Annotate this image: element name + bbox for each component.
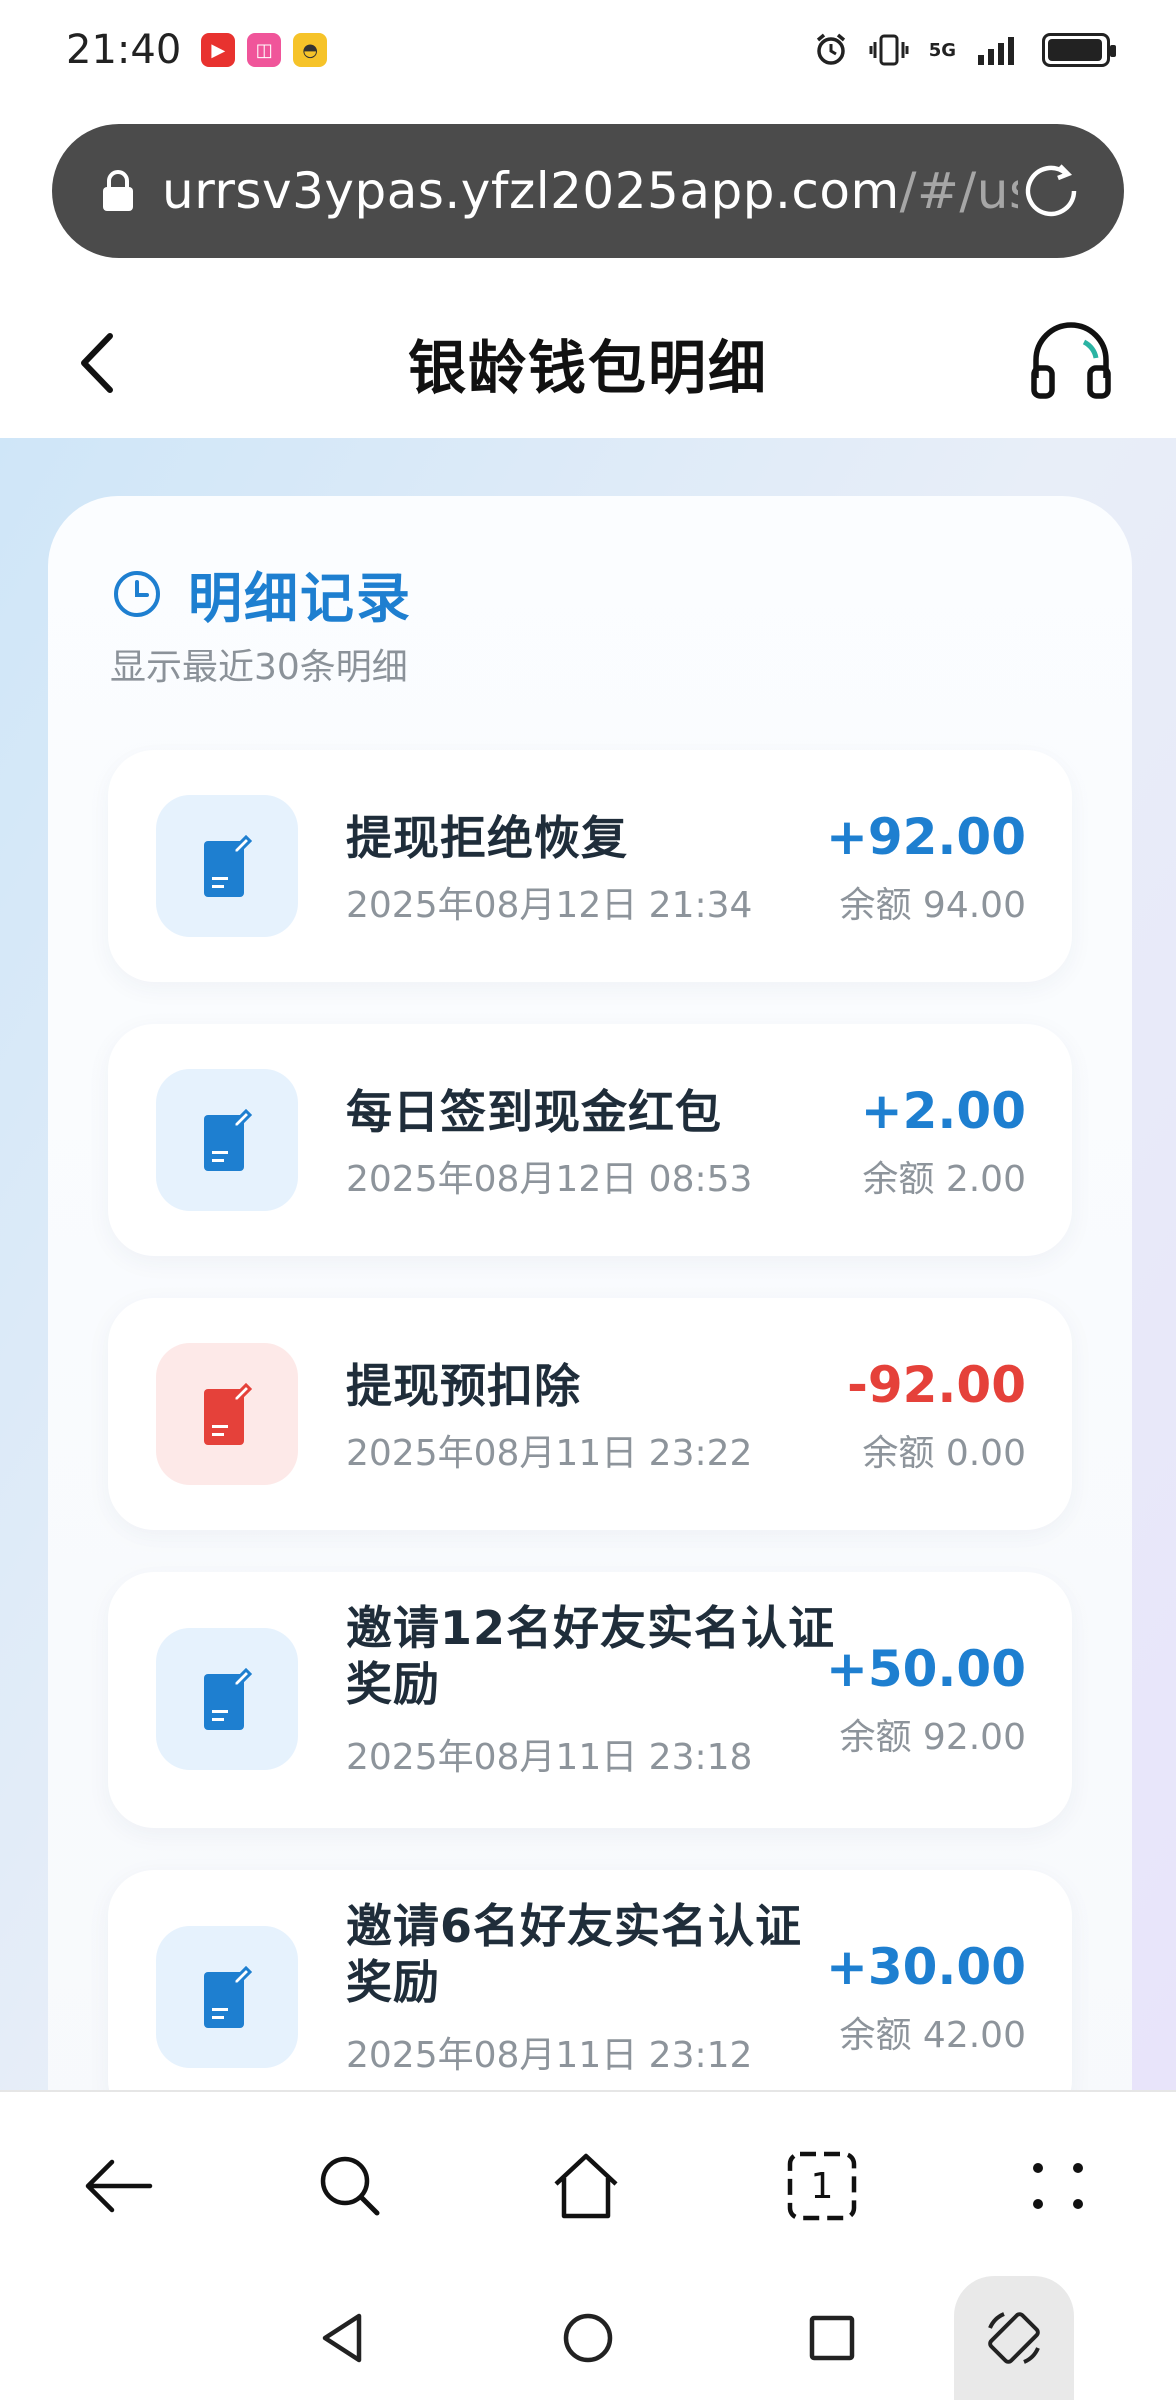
- note-icon: [204, 834, 252, 897]
- record-icon-box: [156, 795, 298, 937]
- system-back-button[interactable]: [306, 2302, 378, 2374]
- arrow-left-icon: [85, 2159, 153, 2213]
- record-icon-box: [156, 1069, 298, 1211]
- record-balance: 余额 92.00: [839, 1717, 1026, 1758]
- note-icon: [204, 1667, 252, 1730]
- record-date: 2025年08月12日 08:53: [346, 1159, 753, 1200]
- status-bar: 21:40 ▶ ◫ ◓ 5G: [0, 0, 1176, 100]
- record-amount: +92.00: [825, 808, 1026, 866]
- status-right: 5G: [813, 32, 1116, 68]
- record-amount: +2.00: [860, 1082, 1026, 1140]
- record-title: 邀请6名好友实名认证奖励: [346, 1899, 803, 2009]
- record-title: 提现拒绝恢复: [346, 811, 628, 865]
- browser-search-button[interactable]: [310, 2146, 390, 2226]
- url-bar[interactable]: urrsv3ypas.yfzl2025app.com/#/us: [52, 124, 1124, 258]
- note-icon: [204, 1382, 252, 1445]
- record-amount: +30.00: [825, 1938, 1026, 1996]
- system-nav-bar: [0, 2276, 1176, 2400]
- circle-home-icon: [563, 2313, 613, 2363]
- rotate-icon: [988, 2312, 1040, 2364]
- search-icon: [320, 2156, 380, 2216]
- record-item[interactable]: 邀请6名好友实名认证奖励 2025年08月11日 23:12 +30.00 余额…: [108, 1870, 1072, 2126]
- browser-home-button[interactable]: [546, 2146, 626, 2226]
- record-item[interactable]: 提现预扣除 2025年08月11日 23:22 -92.00 余额 0.00: [108, 1298, 1072, 1530]
- record-balance: 余额 42.00: [839, 2015, 1026, 2056]
- system-home-button[interactable]: [552, 2302, 624, 2374]
- section-title: 明细记录: [188, 567, 412, 630]
- battery-icon: [1042, 33, 1116, 67]
- lock-icon: [103, 170, 133, 211]
- record-date: 2025年08月12日 21:34: [346, 885, 753, 926]
- record-icon-box: [156, 1628, 298, 1770]
- alarm-icon: [816, 33, 845, 65]
- reload-icon[interactable]: [1018, 158, 1084, 224]
- app-header: 银龄钱包明细: [0, 288, 1176, 438]
- status-time: 21:40: [66, 27, 182, 73]
- shop-app-icon: ◫: [247, 33, 282, 67]
- home-icon: [554, 2153, 618, 2219]
- record-balance: 余额 94.00: [839, 885, 1026, 926]
- record-item[interactable]: 提现拒绝恢复 2025年08月12日 21:34 +92.00 余额 94.00: [108, 750, 1072, 982]
- status-left: 21:40 ▶ ◫ ◓: [66, 27, 328, 73]
- record-amount: +50.00: [825, 1640, 1026, 1698]
- record-icon-box: [156, 1343, 298, 1485]
- vibrate-icon: [869, 34, 909, 66]
- rotate-screen-button[interactable]: [954, 2276, 1074, 2400]
- record-date: 2025年08月11日 23:12: [346, 2035, 753, 2076]
- square-recents-icon: [809, 2315, 855, 2361]
- record-amount: -92.00: [847, 1356, 1026, 1414]
- record-date: 2025年08月11日 23:18: [346, 1737, 753, 1778]
- record-item[interactable]: 邀请12名好友实名认证奖励 2025年08月11日 23:18 +50.00 余…: [108, 1572, 1072, 1828]
- network-type: 5G: [928, 39, 956, 61]
- browser-menu-button[interactable]: [1018, 2146, 1098, 2226]
- tab-count: 1: [810, 2165, 834, 2207]
- record-title: 提现预扣除: [346, 1359, 581, 1413]
- system-recents-button[interactable]: [796, 2302, 868, 2374]
- back-chevron-icon[interactable]: [70, 328, 130, 398]
- note-icon: [204, 1108, 252, 1171]
- triangle-back-icon: [322, 2313, 362, 2363]
- note-icon: [204, 1965, 252, 2028]
- record-balance: 余额 0.00: [862, 1433, 1026, 1474]
- page-title: 银龄钱包明细: [407, 334, 768, 402]
- url-path: /#/us: [899, 162, 1018, 220]
- section-subtitle: 显示最近30条明细: [110, 647, 408, 688]
- car-app-icon: ◓: [293, 33, 328, 67]
- record-title: 邀请12名好友实名认证奖励: [346, 1601, 836, 1711]
- more-dots-icon: [1033, 2163, 1083, 2209]
- url-text[interactable]: urrsv3ypas.yfzl2025app.com/#/us: [162, 162, 1018, 220]
- record-item[interactable]: 每日签到现金红包 2025年08月12日 08:53 +2.00 余额 2.00: [108, 1024, 1072, 1256]
- record-date: 2025年08月11日 23:22: [346, 1433, 753, 1474]
- browser-back-button[interactable]: [78, 2146, 158, 2226]
- record-balance: 余额 2.00: [862, 1159, 1026, 1200]
- url-domain: urrsv3ypas.yfzl2025app.com: [162, 162, 900, 220]
- browser-tabs-button[interactable]: 1: [782, 2146, 862, 2226]
- record-title: 每日签到现金红包: [346, 1085, 722, 1139]
- headset-icon[interactable]: [1026, 316, 1116, 406]
- browser-toolbar: 1: [0, 2090, 1176, 2278]
- section-header: 明细记录: [112, 554, 412, 633]
- clock-icon: [114, 570, 160, 617]
- video-app-icon: ▶: [201, 33, 236, 67]
- record-icon-box: [156, 1926, 298, 2068]
- records-card: 明细记录 显示最近30条明细 提现拒绝恢复 2025年08月12日 21:34 …: [48, 496, 1132, 2196]
- signal-icon: [978, 37, 1014, 65]
